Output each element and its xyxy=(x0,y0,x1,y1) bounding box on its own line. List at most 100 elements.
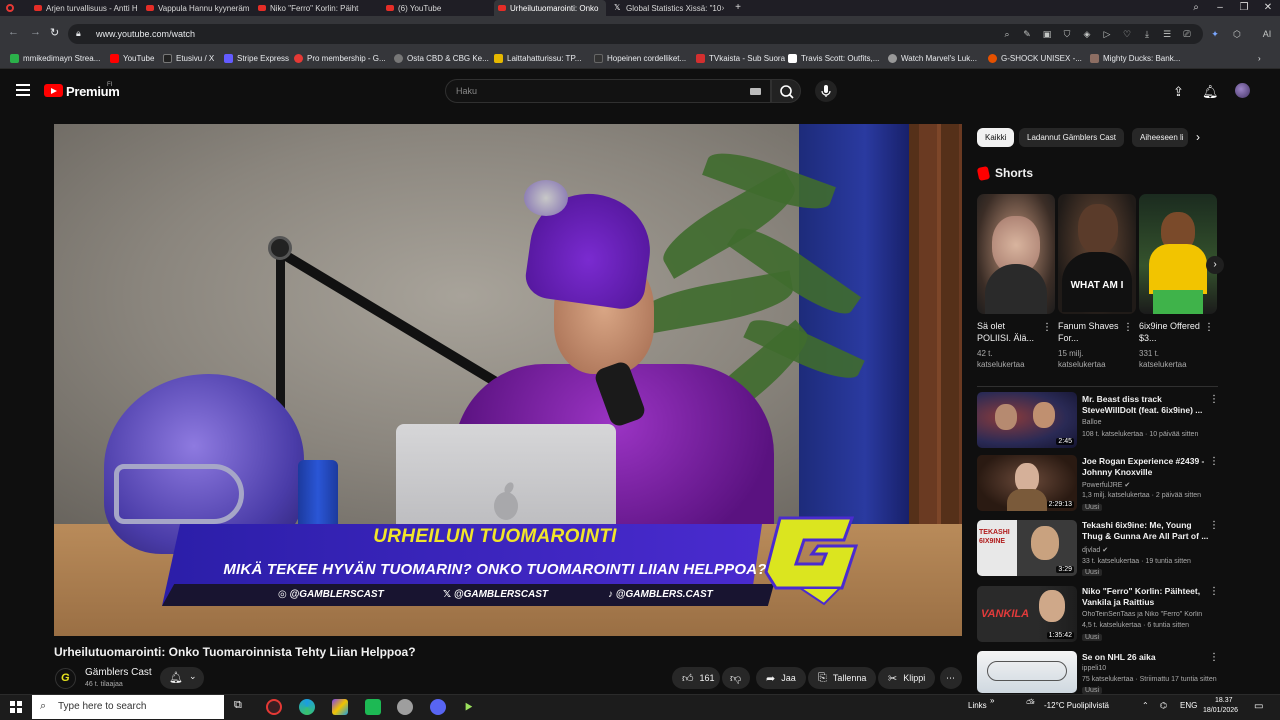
short-more-icon[interactable]: ⋮ xyxy=(1042,322,1052,333)
tab-3[interactable]: Niko "Ferro" Korlin: Päiht xyxy=(254,0,364,16)
bookmark-6[interactable]: Osta CBD & CBG Ke... xyxy=(394,54,489,63)
play-icon[interactable]: ▷ xyxy=(1102,29,1112,39)
tab-2[interactable]: Vappula Hannu kyynerämi xyxy=(142,0,250,16)
terminal-app-icon[interactable]: ⯈ xyxy=(463,699,479,715)
opera-app-icon[interactable] xyxy=(266,699,282,715)
bookmark-4[interactable]: Stripe Express xyxy=(224,54,289,63)
shield-icon[interactable]: ⛉ xyxy=(1062,29,1072,39)
search-button[interactable] xyxy=(771,79,801,103)
chip-all[interactable]: Kaikki xyxy=(977,128,1015,147)
notifications-bell-icon[interactable]: 🔔︎ xyxy=(1202,84,1219,100)
tab-5-active[interactable]: Urheilutuomarointi: Onko xyxy=(494,0,606,16)
bookmark-10[interactable]: Travis Scott: Outfits,... xyxy=(788,54,879,63)
extension-icon[interactable]: ✦ xyxy=(1210,29,1220,39)
edit-icon[interactable]: ✎ xyxy=(1022,29,1032,39)
chip-related[interactable]: Aiheeseen li xyxy=(1132,128,1188,147)
rec-channel-1[interactable]: Balloe xyxy=(1082,419,1101,426)
search-tabs-icon[interactable]: ⌕ xyxy=(1184,0,1208,16)
cube-icon[interactable]: ⬡ xyxy=(1232,29,1242,39)
tab-6[interactable]: 𝕏 Global Statistics Xissä: "10 × xyxy=(610,0,724,16)
rec-more-icon[interactable]: ⋮ xyxy=(1209,586,1219,597)
rec-more-icon[interactable]: ⋮ xyxy=(1209,652,1219,663)
rec-thumbnail-4[interactable]: VANKILA 1:35:42 xyxy=(977,586,1077,642)
hamburger-menu-icon[interactable] xyxy=(16,84,30,99)
heart-icon[interactable]: ♡ xyxy=(1122,29,1132,39)
short-more-icon[interactable]: ⋮ xyxy=(1123,322,1133,333)
task-view-icon[interactable]: ⧉ xyxy=(234,699,242,712)
translate-icon[interactable]: ◈ xyxy=(1082,29,1092,39)
tray-overflow-icon[interactable]: » xyxy=(990,696,994,705)
short-more-icon[interactable]: ⋮ xyxy=(1204,322,1214,333)
rec-title-4[interactable]: Niko "Ferro" Korlin: Päihteet, Vankila j… xyxy=(1082,586,1212,608)
rec-channel-4[interactable]: OhoTeinSenTaas ja Niko "Ferro" Korlin xyxy=(1082,611,1214,618)
upload-icon[interactable]: ⇪ xyxy=(1173,84,1184,100)
ai-icon[interactable]: AI xyxy=(1256,29,1278,39)
short-title-2[interactable]: Fanum Shaves For... xyxy=(1058,320,1122,344)
voice-search-button[interactable] xyxy=(815,80,837,102)
bookmark-2[interactable]: YouTube xyxy=(110,54,154,63)
short-thumbnail-3[interactable] xyxy=(1139,194,1217,314)
windows-start-icon[interactable] xyxy=(10,701,22,713)
store-app-icon[interactable] xyxy=(332,699,348,715)
like-button[interactable]: 👍︎ 161 xyxy=(672,667,720,689)
language-indicator[interactable]: ENG xyxy=(1180,701,1197,710)
search-input[interactable] xyxy=(445,79,771,103)
network-icon[interactable]: ⌬ xyxy=(1160,701,1167,710)
steam-app-icon[interactable] xyxy=(397,699,413,715)
subscribed-bell-button[interactable]: 🔔︎ ⌄ xyxy=(160,667,204,689)
bookmarks-more-icon[interactable]: › xyxy=(1258,54,1261,63)
lock-icon[interactable]: 🔒︎ xyxy=(76,28,81,39)
tab-4[interactable]: (6) YouTube xyxy=(382,0,490,16)
short-title-1[interactable]: Sä olet POLIISI. Älä... xyxy=(977,320,1041,344)
avatar[interactable] xyxy=(1235,83,1250,98)
clock-date[interactable]: 18/01/2026 xyxy=(1203,707,1238,714)
list-icon[interactable]: ☰ xyxy=(1162,29,1172,39)
weather-icon[interactable]: ⛅︎ xyxy=(1026,698,1035,711)
more-actions-button[interactable]: ⋯ xyxy=(940,667,962,689)
rec-channel-2[interactable]: PowerfulJRE ✔ xyxy=(1082,481,1130,489)
clock-time[interactable]: 18.37 xyxy=(1215,697,1233,704)
bookmark-12[interactable]: G-SHOCK UNISEX -... xyxy=(988,54,1082,63)
screenshot-icon[interactable]: ▣ xyxy=(1042,29,1052,39)
weather-text[interactable]: -12°C Puolipilvistä xyxy=(1044,701,1109,710)
bag-icon[interactable]: ⎚ xyxy=(1182,29,1192,39)
rec-thumbnail-2[interactable]: 2:29:13 xyxy=(977,455,1077,511)
short-thumbnail-2[interactable]: WHAT AM I xyxy=(1058,194,1136,314)
spotify-app-icon[interactable] xyxy=(365,699,381,715)
youtube-logo-icon[interactable] xyxy=(44,84,63,97)
bookmark-11[interactable]: Watch Marvel's Luk... xyxy=(888,54,977,63)
back-icon[interactable]: ← xyxy=(8,26,19,38)
omnibox[interactable] xyxy=(68,24,1203,44)
bookmark-3[interactable]: Etusivu / X xyxy=(163,54,214,63)
bookmark-1[interactable]: mmikedimayn Strea... xyxy=(10,54,100,63)
discord-app-icon[interactable] xyxy=(430,699,446,715)
rec-more-icon[interactable]: ⋮ xyxy=(1209,456,1219,467)
bookmark-5[interactable]: Pro membership - G... xyxy=(294,54,386,63)
dislike-button[interactable]: 👎︎ xyxy=(722,667,750,689)
share-button[interactable]: ➦ Jaa xyxy=(756,667,806,689)
rec-title-3[interactable]: Tekashi 6ix9ine: Me, Young Thug & Gunna … xyxy=(1082,520,1212,542)
edge-app-icon[interactable] xyxy=(299,699,315,715)
short-thumbnail-1[interactable] xyxy=(977,194,1055,314)
save-button[interactable]: ⎘ Tallenna xyxy=(808,667,877,689)
rec-thumbnail-3[interactable]: TEKASHI 6IX9INE 3:29 xyxy=(977,520,1077,576)
rec-title-5[interactable]: Se on NHL 26 aika xyxy=(1082,652,1212,663)
bookmark-7[interactable]: Laittahatturissu: TP... xyxy=(494,54,581,63)
links-toolbar[interactable]: Links xyxy=(968,701,987,710)
url-text[interactable]: www.youtube.com/watch xyxy=(96,29,195,39)
forward-icon[interactable]: → xyxy=(30,26,41,38)
notifications-icon[interactable]: ▭ xyxy=(1254,701,1263,712)
minimize-icon[interactable]: – xyxy=(1208,0,1232,16)
search-page-icon[interactable]: ⌕ xyxy=(1002,29,1012,39)
rec-thumbnail-5[interactable] xyxy=(977,651,1077,693)
browser-logo-icon[interactable] xyxy=(0,0,20,16)
channel-name[interactable]: Gämblers Cast xyxy=(85,667,152,678)
bookmark-9[interactable]: TVkaista - Sub Suora xyxy=(696,54,785,63)
chevron-right-icon[interactable]: › xyxy=(1196,130,1200,144)
shorts-next-button[interactable]: › xyxy=(1206,256,1224,274)
rec-title-2[interactable]: Joe Rogan Experience #2439 - Johnny Knox… xyxy=(1082,456,1212,478)
channel-avatar[interactable]: G xyxy=(55,668,76,689)
clip-button[interactable]: ✂ Klippi xyxy=(878,667,936,689)
download-icon[interactable]: ⤓ xyxy=(1142,29,1152,39)
close-window-icon[interactable]: ✕ xyxy=(1256,0,1280,16)
